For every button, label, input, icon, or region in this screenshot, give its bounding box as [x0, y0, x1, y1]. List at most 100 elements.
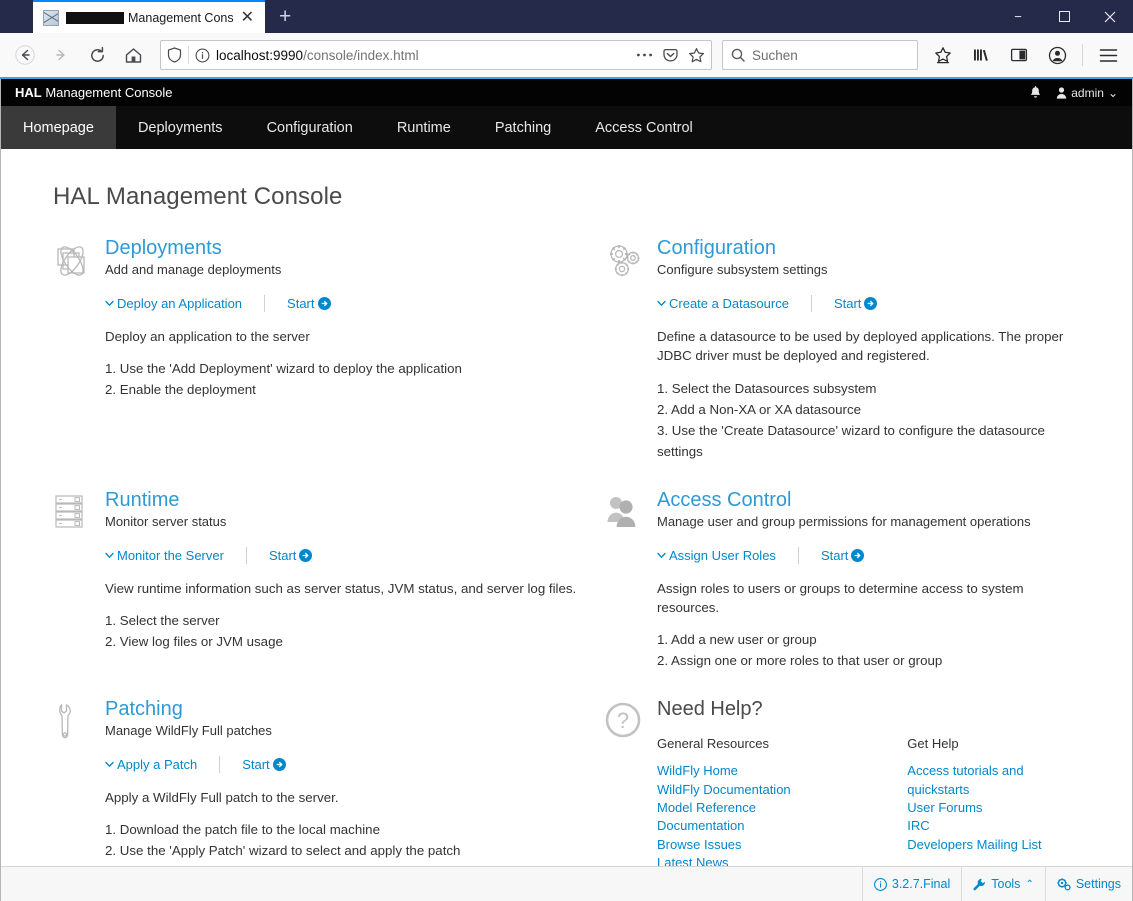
help-link-user-forums[interactable]: User Forums — [907, 799, 1080, 817]
browser-window: Management Cons ✕ + − localhost:9990/con… — [0, 0, 1133, 901]
access-control-title[interactable]: Access Control — [657, 489, 1080, 512]
reload-button-icon[interactable] — [80, 38, 114, 72]
footer-tools-button[interactable]: Tools ⌃ — [961, 867, 1045, 901]
arrow-circle-right-icon — [299, 548, 313, 562]
menu-icon[interactable] — [1091, 38, 1125, 72]
hal-footer-bar: 3.2.7.Final Tools ⌃ Settings — [1, 866, 1132, 901]
deployments-action-label: Deploy an Application — [117, 296, 243, 311]
user-icon — [1056, 86, 1067, 99]
maximize-icon[interactable] — [1041, 0, 1087, 33]
help-general-heading: General Resources — [657, 736, 769, 752]
new-tab-button[interactable]: + — [279, 6, 291, 27]
page-title: HAL Management Console — [53, 183, 343, 210]
minimize-button[interactable]: − — [995, 0, 1041, 33]
step: 1. Select the server — [105, 612, 220, 628]
tab-runtime[interactable]: Runtime — [375, 106, 473, 149]
step: 2. Use the 'Apply Patch' wizard to selec… — [105, 843, 461, 859]
help-link-wildfly-documentation[interactable]: WildFly Documentation — [657, 781, 837, 799]
configuration-lead: Define a datasource to be used by deploy… — [657, 329, 1064, 364]
close-tab-icon[interactable]: ✕ — [238, 9, 257, 26]
access-control-action-link[interactable]: Assign User Roles — [657, 548, 776, 563]
urlbar-divider — [188, 46, 189, 64]
tab-patching[interactable]: Patching — [473, 106, 573, 149]
configuration-title[interactable]: Configuration — [657, 237, 1080, 260]
deployments-start-button[interactable]: Start — [287, 296, 331, 311]
footer-version[interactable]: 3.2.7.Final — [861, 867, 961, 901]
tab-homepage[interactable]: Homepage — [1, 106, 116, 149]
home-button-icon[interactable] — [116, 38, 150, 72]
footer-settings-button[interactable]: Settings — [1044, 867, 1132, 901]
tab-deployments[interactable]: Deployments — [116, 106, 245, 149]
info-icon[interactable] — [195, 48, 210, 63]
runtime-title[interactable]: Runtime — [105, 489, 583, 512]
runtime-subtitle: Monitor server status — [105, 513, 227, 529]
card-configuration: Configuration Configure subsystem settin… — [605, 237, 1080, 462]
question-mark-icon: ? — [605, 698, 657, 866]
runtime-start-button[interactable]: Start — [269, 548, 313, 563]
patching-start-button[interactable]: Start — [242, 757, 286, 772]
search-icon — [731, 48, 745, 62]
access-control-icon — [605, 489, 657, 672]
back-button-icon[interactable] — [8, 38, 42, 72]
user-menu[interactable]: admin ⌄ — [1056, 86, 1118, 100]
runtime-action-label: Monitor the Server — [117, 547, 224, 563]
step: 1. Select the Datasources subsystem — [657, 380, 877, 396]
hal-header-right: admin ⌄ — [1029, 86, 1118, 100]
patching-lead: Apply a WildFly Full patch to the server… — [105, 790, 339, 806]
help-link-model-reference-documentation[interactable]: Model Reference Documentation — [657, 799, 837, 836]
help-link-wildfly-home[interactable]: WildFly Home — [657, 762, 837, 780]
sidebar-icon[interactable] — [1002, 38, 1036, 72]
close-window-icon[interactable] — [1087, 0, 1133, 33]
access-control-start-button[interactable]: Start — [821, 548, 865, 563]
patching-action-link[interactable]: Apply a Patch — [105, 757, 197, 772]
configuration-start-button[interactable]: Start — [834, 296, 878, 311]
account-icon[interactable] — [1040, 38, 1074, 72]
footer-settings-label: Settings — [1075, 877, 1121, 891]
bookmark-star-icon[interactable] — [688, 47, 705, 64]
hal-brand-bold: HAL — [15, 85, 42, 100]
configuration-action-link[interactable]: Create a Datasource — [657, 296, 789, 311]
runtime-actions: Monitor the Server Start — [105, 546, 583, 564]
help-columns: General Resources WildFly Home WildFly D… — [657, 736, 1080, 866]
chevron-down-icon — [105, 761, 114, 767]
library-icon[interactable] — [964, 38, 998, 72]
deployments-start-label: Start — [287, 296, 315, 311]
help-link-tutorials-quickstarts[interactable]: Access tutorials and quickstarts — [907, 762, 1080, 799]
help-link-developers-mailing-list[interactable]: Developers Mailing List — [907, 836, 1080, 854]
action-divider — [797, 546, 799, 564]
pocket-icon[interactable] — [662, 47, 679, 64]
deployments-body: Deployments Add and manage deployments D… — [105, 237, 583, 462]
browser-navbar: localhost:9990/console/index.html Suchen — [0, 33, 1133, 79]
tab-configuration[interactable]: Configuration — [245, 106, 375, 149]
svg-text:?: ? — [617, 708, 629, 733]
search-bar[interactable]: Suchen — [722, 40, 918, 70]
url-text: localhost:9990/console/index.html — [216, 48, 630, 63]
runtime-action-link[interactable]: Monitor the Server — [105, 548, 224, 563]
access-control-lead: Assign roles to users or groups to deter… — [657, 580, 1024, 615]
save-to-pocket-icon[interactable] — [926, 38, 960, 72]
hal-brand-rest: Management Console — [41, 85, 173, 100]
configuration-actions: Create a Datasource Start — [657, 295, 1080, 312]
info-circle-icon — [873, 877, 887, 891]
tab-access-control[interactable]: Access Control — [573, 106, 715, 149]
chevron-down-icon — [105, 300, 114, 306]
step: 1. Download the patch file to the local … — [105, 822, 380, 838]
deployments-action-link[interactable]: Deploy an Application — [105, 296, 242, 311]
browser-tab[interactable]: Management Cons ✕ — [33, 0, 265, 33]
toolbar-divider — [1082, 44, 1083, 66]
forward-button-icon[interactable] — [44, 38, 78, 72]
address-bar[interactable]: localhost:9990/console/index.html — [160, 40, 712, 70]
bell-icon[interactable] — [1029, 85, 1042, 100]
help-link-irc[interactable]: IRC — [907, 817, 1080, 835]
hal-content: HAL Management Console Deployments Add a… — [1, 149, 1132, 866]
favicon-icon — [43, 9, 59, 26]
deployments-title[interactable]: Deployments — [105, 237, 583, 260]
gears-icon — [1057, 877, 1071, 891]
access-control-steps: 1. Add a new user or group 2. Assign one… — [657, 629, 1080, 671]
help-link-latest-news[interactable]: Latest News — [657, 854, 837, 866]
help-link-browse-issues[interactable]: Browse Issues — [657, 836, 837, 854]
patching-title[interactable]: Patching — [105, 698, 583, 721]
page-actions-icon[interactable] — [636, 52, 653, 58]
patching-icon — [53, 698, 105, 866]
hal-brand[interactable]: HAL Management Console — [15, 85, 173, 100]
